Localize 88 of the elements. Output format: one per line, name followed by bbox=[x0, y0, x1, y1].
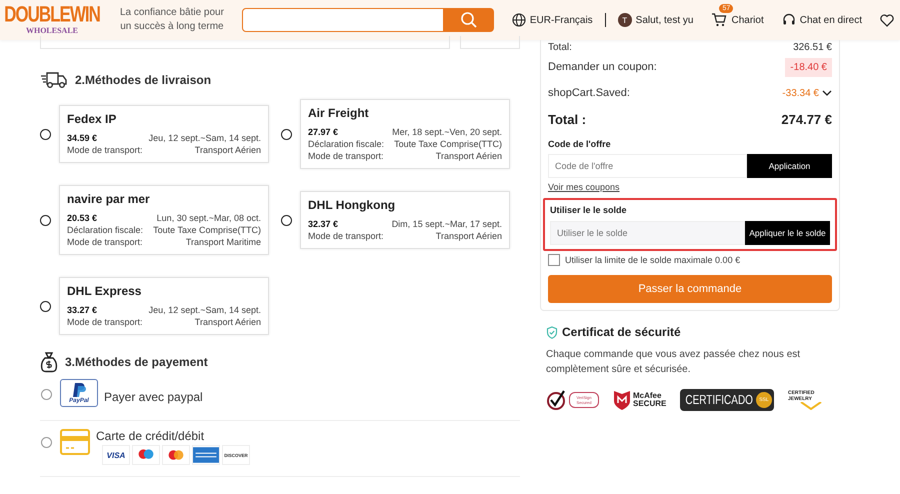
mcafee-badge: McAfee SECURE bbox=[613, 389, 666, 411]
summary-value: 326.51 € bbox=[793, 42, 832, 52]
summary-label: Total: bbox=[548, 42, 572, 52]
shipping-option-card[interactable]: Fedex IP 34.59 € Jeu, 12 sept.~Sam, 14 sept. Mode de transport: Transport Aérien bbox=[59, 105, 269, 163]
summary-label: Demander un coupon: bbox=[548, 61, 657, 73]
apply-button[interactable]: Application bbox=[747, 154, 832, 178]
shipping-option-card[interactable]: Air Freight 27.97 € Mer, 18 sept.~Ven, 20 sept. Déclaration fiscale: Toute Taxe Comprise(TTC) Mode de transport: Transport Aérien bbox=[300, 99, 510, 169]
radio-button[interactable] bbox=[281, 214, 292, 226]
summary-label: shopCart.Saved: bbox=[548, 87, 630, 99]
apply-balance-button[interactable]: Appliquer le le solde bbox=[745, 221, 830, 245]
amex-logo bbox=[192, 445, 220, 465]
tax-label: Déclaration fiscale: bbox=[308, 138, 384, 150]
security-text: Chaque commande que vous avez passée chez nous est complètement sûre et sécurisée. bbox=[546, 348, 802, 377]
shipping-price: 34.59 € bbox=[67, 132, 98, 144]
mastercard-logo bbox=[162, 445, 190, 465]
delivery-dates: Dim, 15 sept.~Mar, 17 sept. bbox=[392, 218, 502, 230]
transport-value: Transport Aérien bbox=[194, 316, 261, 328]
section-title: 2.Méthodes de livraison bbox=[75, 73, 212, 87]
transport-value: Transport Aérien bbox=[436, 230, 502, 242]
delivery-dates: Lun, 30 sept.~Mar, 08 oct. bbox=[156, 212, 261, 224]
shipping-name: Fedex IP bbox=[67, 112, 118, 126]
shipping-name: DHL Hongkong bbox=[308, 198, 396, 212]
transport-label: Mode de transport: bbox=[308, 230, 384, 242]
transport-label: Mode de transport: bbox=[67, 316, 143, 328]
radio-button[interactable] bbox=[41, 437, 52, 448]
total-label: Total : bbox=[548, 112, 586, 127]
transport-value: Transport Aérien bbox=[436, 150, 502, 162]
chat-link[interactable]: Chat en direct bbox=[782, 13, 862, 27]
form-field[interactable] bbox=[460, 36, 520, 49]
radio-button[interactable] bbox=[41, 389, 52, 400]
section-title: 3.Méthodes de payement bbox=[65, 355, 208, 369]
language-selector[interactable]: EUR-Français bbox=[512, 13, 593, 27]
money-bag-icon bbox=[40, 351, 58, 373]
checkbox[interactable] bbox=[548, 254, 560, 266]
radio-button[interactable] bbox=[281, 128, 292, 140]
shipping-option-card[interactable]: DHL Express 33.27 € Jeu, 12 sept.~Sam, 14 sept. Mode de transport: Transport Aérien bbox=[59, 277, 269, 335]
checkbox-label: Utiliser la limite de le solde maximale 0.00 € bbox=[565, 255, 740, 265]
shipping-price: 27.97 € bbox=[308, 126, 338, 138]
field-label: Utiliser le le solde bbox=[550, 205, 627, 215]
tagline: La confiance bâtie pour un succès à long terme bbox=[118, 6, 225, 34]
shipping-price: 32.37 € bbox=[308, 218, 338, 230]
transport-label: Mode de transport: bbox=[308, 150, 384, 162]
radio-button[interactable] bbox=[40, 214, 51, 226]
transport-label: Mode de transport: bbox=[67, 144, 143, 156]
truck-icon bbox=[40, 71, 68, 89]
shipping-option-card[interactable]: navire par mer 20.53 € Lun, 30 sept.~Mar, 08 oct. Déclaration fiscale: Toute Taxe Comprise(TTC) Mode de transport: Transport Maritime bbox=[59, 185, 269, 255]
radio-button[interactable] bbox=[40, 128, 51, 140]
shipping-price: 33.27 € bbox=[67, 304, 98, 316]
tax-value: Toute Taxe Comprise(TTC) bbox=[394, 138, 502, 150]
cart-link[interactable]: Chariot bbox=[711, 13, 764, 27]
account-link[interactable]: T Salut, test yu bbox=[618, 13, 694, 27]
total-amount: 274.77 € bbox=[781, 112, 832, 127]
cart-icon bbox=[711, 13, 728, 27]
chevron-icon[interactable] bbox=[822, 89, 832, 97]
payment-label: Carte de crédit/débit bbox=[96, 429, 204, 443]
coupon-discount: -18.40 € bbox=[785, 58, 832, 76]
field-label: Code de l'offre bbox=[548, 139, 612, 149]
shipping-name: Air Freight bbox=[308, 106, 370, 120]
transport-value: Transport Maritime bbox=[186, 236, 261, 248]
radio-button[interactable] bbox=[40, 300, 51, 312]
saved-amount: -33.34 € bbox=[782, 88, 819, 98]
tax-value: Toute Taxe Comprise(TTC) bbox=[153, 224, 261, 236]
shield-icon bbox=[546, 326, 558, 338]
balance-field[interactable]: Utiliser le le solde bbox=[550, 221, 745, 245]
form-field[interactable] bbox=[40, 36, 450, 49]
shipping-name: navire par mer bbox=[67, 192, 151, 206]
globe-icon bbox=[512, 13, 526, 27]
search-field[interactable] bbox=[242, 8, 444, 32]
credit-card-icon bbox=[60, 427, 90, 457]
transport-label: Mode de transport: bbox=[67, 236, 143, 248]
coupons-link[interactable]: Voir mes coupons bbox=[548, 182, 620, 192]
delivery-dates: Jeu, 12 sept.~Sam, 14 sept. bbox=[148, 304, 261, 316]
heart-icon[interactable] bbox=[880, 14, 894, 26]
shipping-price: 20.53 € bbox=[67, 212, 98, 224]
shipping-option-card[interactable]: DHL Hongkong 32.37 € Dim, 15 sept.~Mar, 17 sept. Mode de transport: Transport Aérien bbox=[300, 191, 510, 249]
search-icon bbox=[460, 11, 478, 29]
tax-label: Déclaration fiscale: bbox=[67, 224, 144, 236]
delivery-dates: Jeu, 12 sept.~Sam, 14 sept. bbox=[148, 132, 261, 144]
maestro-logo bbox=[132, 445, 160, 465]
headset-icon bbox=[782, 13, 796, 27]
delivery-dates: Mer, 18 sept.~Ven, 20 sept. bbox=[392, 126, 502, 138]
transport-value: Transport Aérien bbox=[194, 144, 261, 156]
security-title: Certificat de sécurité bbox=[562, 325, 681, 339]
payment-label: Payer avec paypal bbox=[104, 390, 203, 404]
shipping-name: DHL Express bbox=[67, 284, 142, 298]
offer-code-field[interactable]: Code de l'offre bbox=[548, 154, 747, 178]
visa-logo: VISA bbox=[102, 445, 130, 465]
search-button[interactable] bbox=[444, 8, 494, 32]
